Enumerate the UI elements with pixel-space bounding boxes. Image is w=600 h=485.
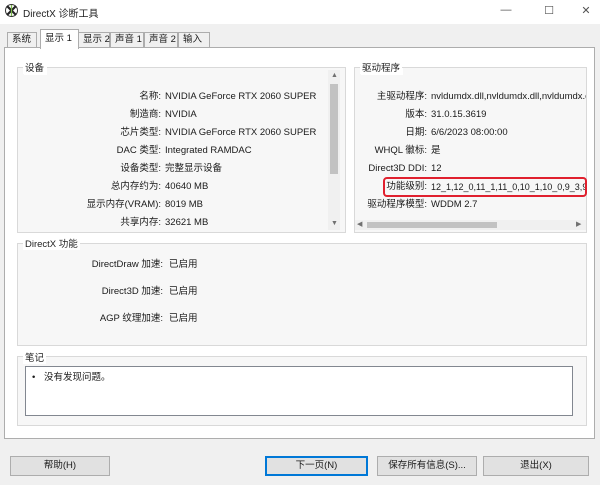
chip-type-value: NVIDIA GeForce RTX 2060 SUPER [165, 127, 317, 138]
device-type-value: 完整显示设备 [165, 163, 223, 174]
maximize-button[interactable]: ☐ [535, 0, 563, 20]
notes-item: 没有发现问题。 [44, 372, 111, 383]
driver-list: 主驱动程序: nvldumdx.dll,nvldumdx.dll,nvldumd… [355, 84, 586, 219]
device-name-value: NVIDIA GeForce RTX 2060 SUPER [165, 91, 317, 102]
direct3d-value: 已启用 [169, 286, 198, 297]
manufacturer-value: NVIDIA [165, 109, 197, 120]
tab-panel: 设备 名称: NVIDIA GeForce RTX 2060 SUPER 制造商… [4, 47, 595, 439]
scroll-up-arrow-icon[interactable]: ▲ [331, 72, 338, 80]
directdraw-label: DirectDraw 加速: [91, 259, 163, 270]
device-group-title-display: 设备 [23, 60, 47, 74]
directdraw-value: 已启用 [169, 259, 198, 270]
tab-system[interactable]: 系统 [7, 32, 37, 48]
device-scrollbar[interactable]: ▲ ▼ [328, 70, 340, 230]
date-value: 6/6/2023 08:00:00 [431, 127, 508, 138]
main-driver-value: nvldumdx.dll,nvldumdx.dll,nvldumdx.c [431, 91, 586, 102]
driver-model-label: 驱动程序模型: [367, 199, 427, 210]
scroll-left-arrow-icon[interactable]: ◀ [357, 221, 362, 229]
save-all-info-button[interactable]: 保存所有信息(S)... [377, 456, 477, 476]
d3d-ddi-value: 12 [431, 163, 442, 174]
total-memory-label: 总内存约为: [110, 181, 161, 192]
notes-title: 笔记 [23, 350, 47, 364]
whql-label: WHQL 徽标: [374, 145, 427, 156]
title-bar: DirectX 诊断工具 — ☐ ✕ [0, 0, 600, 24]
main-driver-label: 主驱动程序: [376, 91, 427, 102]
device-type-label: 设备类型: [120, 163, 161, 174]
directx-features-title: DirectX 功能 [23, 236, 80, 250]
notes-bullet: • [32, 372, 36, 383]
tab-sound-1[interactable]: 声音 1 [110, 32, 144, 48]
dac-type-label: DAC 类型: [116, 145, 161, 156]
vram-value: 8019 MB [165, 199, 204, 210]
driver-hscroll-thumb[interactable] [367, 222, 497, 228]
driver-group-title-display: 驱动程序 [360, 60, 403, 74]
device-scroll-thumb[interactable] [330, 84, 338, 174]
next-page-button[interactable]: 下一页(N) [265, 456, 368, 476]
date-label: 日期: [405, 127, 427, 138]
scroll-right-arrow-icon[interactable]: ▶ [576, 221, 581, 229]
notes-textbox[interactable]: • 没有发现问题。 [25, 366, 573, 416]
scroll-down-arrow-icon[interactable]: ▼ [331, 220, 338, 228]
window-title: DirectX 诊断工具 [23, 9, 99, 20]
agp-label: AGP 纹理加速: [99, 313, 163, 324]
tab-sound-2[interactable]: 声音 2 [144, 32, 178, 48]
agp-value: 已启用 [169, 313, 198, 324]
directx-app-icon [5, 4, 18, 17]
tab-strip: 系统 显示 1 显示 2 声音 1 声音 2 输入 [0, 29, 600, 49]
feature-level-highlight [383, 177, 587, 197]
device-name-label: 名称: [139, 91, 161, 102]
vram-label: 显示内存(VRAM): [86, 199, 161, 210]
close-button[interactable]: ✕ [572, 0, 600, 20]
chip-type-label: 芯片类型: [120, 127, 161, 138]
tab-display-2[interactable]: 显示 2 [78, 32, 110, 48]
exit-button[interactable]: 退出(X) [483, 456, 589, 476]
manufacturer-label: 制造商: [129, 109, 161, 120]
direct3d-label: Direct3D 加速: [101, 286, 163, 297]
version-value: 31.0.15.3619 [431, 109, 487, 120]
help-button[interactable]: 帮助(H) [10, 456, 110, 476]
dac-type-value: Integrated RAMDAC [165, 145, 252, 156]
shared-memory-value: 32621 MB [165, 217, 209, 228]
tab-display-1[interactable]: 显示 1 [40, 29, 79, 49]
driver-hscrollbar[interactable]: ◀ ▶ [355, 220, 586, 230]
version-label: 版本: [405, 109, 427, 120]
whql-value: 是 [431, 145, 441, 156]
tab-input[interactable]: 输入 [178, 32, 210, 48]
total-memory-value: 40640 MB [165, 181, 209, 192]
d3d-ddi-label: Direct3D DDI: [368, 163, 427, 174]
shared-memory-label: 共享内存: [120, 217, 161, 228]
minimize-button[interactable]: — [492, 0, 520, 20]
driver-model-value: WDDM 2.7 [431, 199, 478, 210]
